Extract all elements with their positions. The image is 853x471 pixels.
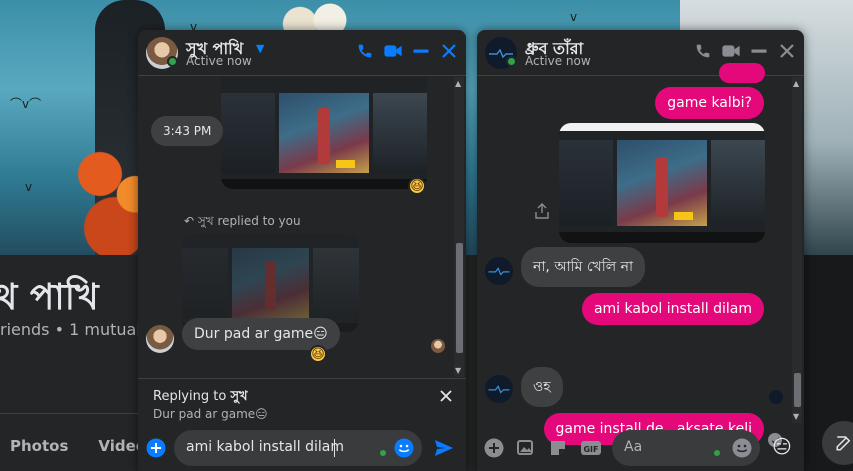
replied-to-you-label: ↶ সুখ replied to you — [184, 214, 301, 228]
seen-avatar — [769, 390, 783, 404]
plus-circle-icon[interactable] — [484, 438, 504, 458]
shared-screenshot-image[interactable] — [221, 77, 427, 189]
replying-to-label: Replying to — [153, 389, 227, 404]
message-input[interactable]: Aa — [612, 430, 760, 466]
online-indicator — [167, 56, 178, 67]
tab-photos[interactable]: Photos — [10, 437, 68, 455]
message-bubble[interactable]: না, আমি খেলি না — [521, 247, 646, 287]
online-dot-icon — [714, 450, 720, 456]
message-bubble[interactable]: ami kabol install dilam — [581, 293, 764, 325]
message-bubble[interactable]: game kalbi? — [655, 87, 764, 119]
phone-icon[interactable] — [694, 42, 712, 60]
send-icon[interactable] — [434, 438, 454, 458]
composer: GIF Aa 😑 — [477, 424, 804, 471]
emoji-icon[interactable] — [732, 438, 752, 462]
online-dot-icon — [380, 450, 386, 456]
close-icon[interactable] — [778, 42, 796, 60]
profile-tabs: Photos Videos — [10, 437, 155, 455]
message-input[interactable]: ami kabol install dilam — [174, 430, 422, 466]
active-status: Active now — [186, 54, 252, 68]
cancel-reply-close-icon[interactable] — [440, 387, 452, 406]
chat-window-sukh-pakhi: সুখ পাখি Active now ▼ 😆 3:43 PM ↶ সুখ re… — [138, 30, 466, 471]
close-icon[interactable] — [440, 42, 458, 60]
avatar[interactable] — [485, 375, 513, 403]
reply-arrow-icon: ↶ — [184, 214, 198, 228]
profile-friends-count: riends • 1 mutual — [0, 320, 141, 339]
emoji-reaction-icon[interactable]: 😑 — [772, 437, 792, 457]
replying-preview: Dur pad ar game😑 — [153, 407, 268, 421]
photo-icon[interactable] — [516, 438, 536, 458]
gif-icon[interactable]: GIF — [580, 438, 601, 458]
timestamp-bubble: 3:43 PM — [151, 116, 224, 146]
composer: ami kabol install dilam — [138, 424, 466, 471]
scrollbar[interactable]: ▲ ▼ — [454, 77, 464, 377]
emoji-icon[interactable] — [394, 438, 414, 462]
chevron-down-icon[interactable]: ▼ — [256, 42, 264, 55]
reaction-emoji-icon[interactable]: 😆 — [408, 177, 426, 195]
svg-text:GIF: GIF — [583, 445, 598, 454]
phone-icon[interactable] — [356, 42, 374, 60]
minimize-icon[interactable] — [750, 42, 768, 60]
chat-window-dhruba-tara: ধ্রুব তাঁরা Active now game kalbi? না, আ… — [477, 30, 804, 471]
avatar[interactable] — [146, 325, 174, 353]
video-icon[interactable] — [384, 42, 402, 60]
reaction-emoji-icon[interactable]: 😆 — [309, 345, 327, 363]
chat-header[interactable]: সুখ পাখি Active now ▼ — [138, 30, 466, 76]
minimize-icon[interactable] — [412, 42, 430, 60]
active-status: Active now — [525, 54, 591, 68]
shared-screenshot-image[interactable] — [559, 123, 765, 243]
message-bubble-partial — [719, 63, 765, 83]
replying-to-name: সুখ — [230, 389, 248, 404]
video-icon[interactable] — [722, 42, 740, 60]
scrollbar[interactable]: ▲ ▼ — [792, 77, 802, 423]
replying-to-bar: Replying to সুখ Dur pad ar game😑 — [138, 378, 466, 424]
avatar[interactable] — [485, 257, 513, 285]
seen-avatar — [431, 339, 445, 353]
message-bubble[interactable]: ওহ — [521, 367, 563, 407]
share-icon[interactable] — [535, 203, 549, 223]
online-indicator — [506, 56, 517, 67]
plus-circle-icon[interactable] — [146, 438, 166, 458]
compose-icon — [836, 436, 851, 451]
text-cursor — [334, 439, 335, 457]
sticker-icon[interactable] — [548, 438, 568, 458]
